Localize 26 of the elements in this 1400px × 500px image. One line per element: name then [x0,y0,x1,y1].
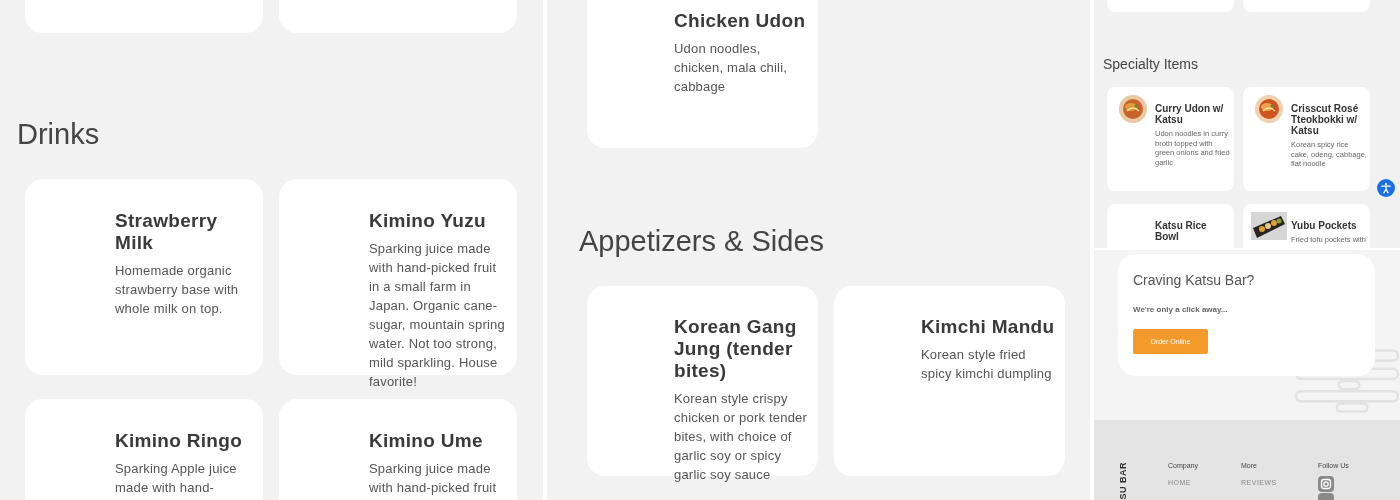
item-name: Kimino Yuzu [369,210,487,232]
item-name: Kimino Ringo [115,430,244,452]
item-name: Curry Udon w/ Katsu [1155,103,1225,125]
item-description: Homemade organic strawberry base with whole milk on top. [115,262,240,318]
cta-title: Craving Katsu Bar? [1133,272,1256,288]
brand-logo-text: SU BAR [1118,462,1128,500]
item-name: Kimchi Mandu [921,316,1056,338]
accessibility-icon[interactable] [1377,179,1395,197]
section-heading: Specialty Items [1103,56,1199,72]
item-name: Crisscut Rosé Tteokbokki w/ Katsu [1291,103,1360,136]
item-description: Sparking juice made with hand-picked fruit in a small farm in Japan. Organic cane-sugar, mountain spring water. Not too strong, mild sparkling. House favorite! [369,240,506,391]
item-description: Korean style crispy chicken or pork tender bites, with choice of garlic soy or spicy garlic soy sauce [674,390,809,484]
item-name: Strawberry Milk [115,210,219,254]
cta-subtitle: We're only a click away... [1133,305,1229,314]
item-name: Katsu Rice Bowl [1155,220,1208,242]
section-heading: Drinks [17,117,101,152]
item-description: Sparking juice made with hand-picked fruit [369,460,498,497]
item-description: Sparking Apple juice made with hand- [115,460,238,497]
item-name: Korean Gang Jung (tender bites) [674,316,798,382]
item-name: Chicken Udon [674,10,807,32]
item-description: Udon noodles, chicken, mala chili, cabbage [674,40,789,96]
section-heading: Appetizers & Sides [579,224,825,259]
item-name: Yubu Pockets [1291,220,1358,231]
item-description: Korean style fried spicy kimchi dumpling [921,346,1053,383]
instagram-icon[interactable] [1318,476,1334,492]
item-name: Kimino Ume [369,430,484,452]
